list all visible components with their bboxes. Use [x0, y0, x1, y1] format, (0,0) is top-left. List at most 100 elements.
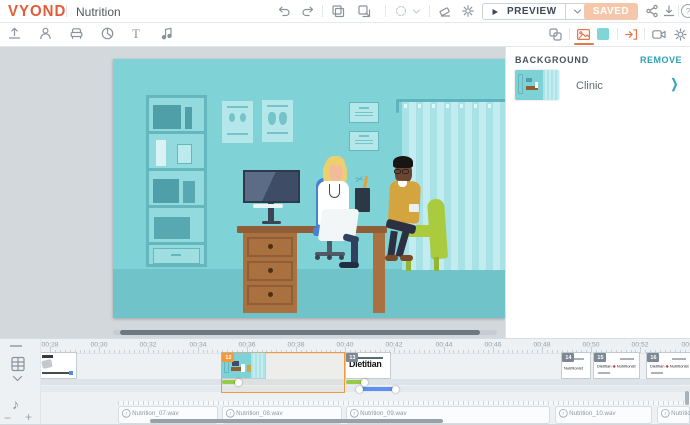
- canvas-area: ✂: [0, 46, 505, 338]
- settings-gear-icon[interactable]: [461, 4, 475, 18]
- chart-icon[interactable]: [100, 26, 115, 41]
- ruler-tick: [478, 350, 479, 353]
- ruler-tick: [80, 350, 81, 353]
- ruler-tick: [188, 350, 189, 353]
- ruler-tick: [84, 350, 85, 353]
- action-handle[interactable]: [361, 379, 368, 386]
- ruler-tick: [143, 350, 144, 353]
- background-image-icon[interactable]: [576, 27, 591, 42]
- lungs-poster: [262, 100, 293, 142]
- audio-note-icon: ♪: [226, 409, 235, 418]
- remove-background-button[interactable]: REMOVE: [640, 55, 682, 65]
- curtain-rod: [396, 99, 505, 102]
- scene-number-badge: 16: [647, 353, 659, 362]
- ruler-tick: [429, 350, 430, 353]
- track-chevron-down-icon[interactable]: [12, 375, 23, 383]
- ruler-tick: [527, 350, 528, 353]
- canvas-scrollbar-track[interactable]: [113, 330, 497, 335]
- panel-title: BACKGROUND: [515, 55, 589, 65]
- curtain-rings: [404, 104, 502, 108]
- action-handle[interactable]: [235, 379, 242, 386]
- help-icon[interactable]: ?: [681, 4, 690, 18]
- collapse-dash-icon[interactable]: [10, 345, 22, 347]
- audio-clip[interactable]: ♪Nutrition_11.wav: [657, 406, 690, 424]
- ruler-tick: [591, 347, 592, 353]
- action-bar-blue[interactable]: [359, 387, 396, 391]
- share-icon[interactable]: [645, 4, 659, 18]
- paste-icon[interactable]: [357, 4, 371, 18]
- ruler-tick: [114, 350, 115, 353]
- ruler-tick: [542, 347, 543, 353]
- ruler-tick: [468, 350, 469, 353]
- background-name: Clinic: [576, 80, 636, 92]
- chair-wheel: [339, 255, 344, 260]
- certificate: [349, 102, 379, 123]
- ruler-tick: [508, 350, 509, 353]
- keyboard: [253, 204, 283, 208]
- app-header: VYOND Nutrition PREVIEW SAVED ?: [0, 0, 690, 23]
- ruler-tick: [198, 347, 199, 353]
- timeline-scrollbar-thumb[interactable]: [150, 419, 443, 423]
- divider: [569, 28, 570, 40]
- ruler-tick: [148, 347, 149, 353]
- zoom-in-button[interactable]: +: [25, 410, 32, 424]
- undo-icon[interactable]: [277, 4, 291, 18]
- copy-icon[interactable]: [331, 4, 345, 18]
- ruler-tick: [163, 350, 164, 353]
- ruler-tick: [419, 350, 420, 353]
- ruler-tick: [458, 350, 459, 353]
- effects-icon[interactable]: [394, 4, 408, 18]
- vyond-logo[interactable]: VYOND: [8, 3, 66, 21]
- ruler-tick: [129, 350, 130, 353]
- background-panel: BACKGROUND REMOVE Clinic ❯: [505, 46, 690, 338]
- preview-button[interactable]: PREVIEW: [482, 3, 590, 20]
- ruler-tick: [399, 350, 400, 353]
- curtain-rod-end: [396, 99, 399, 113]
- ruler-tick: [522, 350, 523, 353]
- swap-icon[interactable]: [548, 27, 563, 42]
- ruler-tick: [498, 350, 499, 353]
- download-icon[interactable]: [662, 4, 676, 18]
- scene-thumbnail-11[interactable]: [40, 353, 76, 378]
- active-tab-underline: [574, 43, 594, 45]
- clinic-floor: [113, 269, 505, 318]
- eraser-icon[interactable]: [438, 4, 452, 18]
- stage-canvas[interactable]: ✂: [113, 59, 505, 318]
- background-color-swatch[interactable]: [597, 28, 609, 40]
- audio-clip-label: ♪Nutrition_07.wav: [122, 409, 196, 418]
- timeline-vscrollbar-thumb[interactable]: [685, 391, 689, 405]
- camera-icon[interactable]: [651, 27, 667, 42]
- audio-waveform-ruler: [118, 401, 690, 405]
- audio-icon[interactable]: [160, 26, 175, 41]
- enter-exit-icon[interactable]: [624, 27, 639, 42]
- redo-icon[interactable]: [301, 4, 315, 18]
- audio-clip-label: ♪Nutrition_11.wav: [661, 409, 683, 418]
- upload-icon[interactable]: [7, 26, 22, 41]
- ruler-tick: [463, 350, 464, 353]
- ruler-tick: [193, 350, 194, 353]
- ruler-tick: [409, 350, 410, 353]
- audio-clip[interactable]: ♪Nutrition_10.wav: [555, 406, 652, 424]
- ruler-tick: [449, 350, 450, 353]
- action-handle[interactable]: [392, 386, 399, 393]
- background-thumbnail[interactable]: [515, 70, 559, 100]
- chevron-right-icon[interactable]: ❯: [671, 76, 679, 92]
- chair-wheel: [327, 255, 332, 260]
- effects-dropdown-icon[interactable]: [411, 6, 422, 17]
- project-title[interactable]: Nutrition: [76, 5, 121, 19]
- scene-settings-gear-icon[interactable]: [673, 27, 688, 42]
- divider: [644, 28, 645, 40]
- props-icon[interactable]: [69, 26, 84, 41]
- timeline: 00:2800:3000:3200:3400:3600:3800:4000:42…: [0, 338, 690, 424]
- canvas-scrollbar-thumb[interactable]: [120, 330, 480, 335]
- action-handle[interactable]: [356, 386, 363, 393]
- timeline-ruler[interactable]: 00:2800:3000:3200:3400:3600:3800:4000:42…: [0, 339, 690, 354]
- audio-clip-label: ♪Nutrition_09.wav: [350, 409, 505, 418]
- text-icon[interactable]: T: [132, 26, 140, 41]
- ruler-tick: [99, 347, 100, 353]
- divider: [678, 5, 679, 17]
- ruler-tick: [134, 350, 135, 353]
- character-icon[interactable]: [38, 26, 53, 41]
- scene-number-badge: 15: [594, 353, 606, 362]
- ruler-tick: [203, 350, 204, 353]
